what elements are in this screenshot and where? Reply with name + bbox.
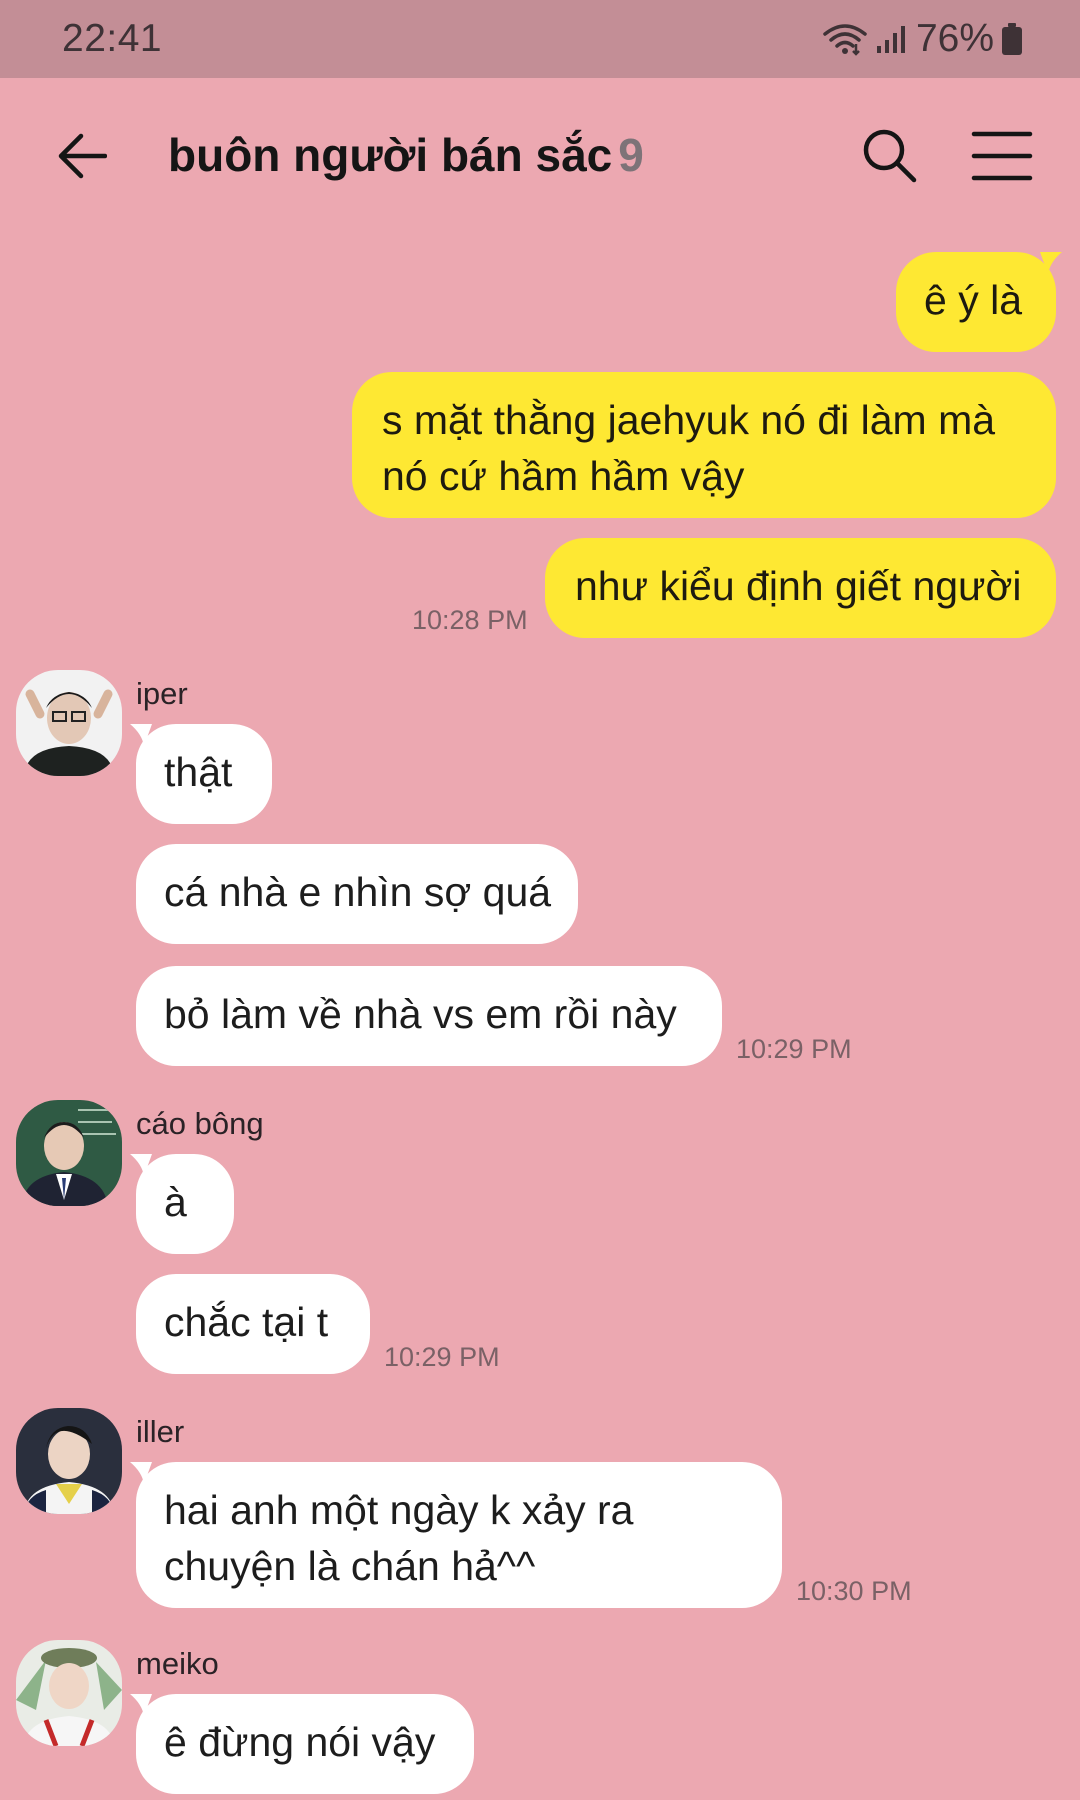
avatar-meiko[interactable] <box>16 1640 122 1746</box>
search-icon <box>863 129 917 183</box>
sender-name: meiko <box>136 1646 219 1681</box>
incoming-message[interactable]: thật <box>136 724 272 824</box>
message-text: ê đừng nói vậy <box>164 1719 436 1765</box>
message-text: như kiểu định giết người <box>575 563 1022 609</box>
message-text: ê ý là <box>924 277 1022 323</box>
sender-name: iller <box>136 1414 185 1449</box>
chat-header: buôn người bán sắc 9 <box>0 78 1080 236</box>
avatar-image <box>16 670 122 776</box>
message-text: cá nhà e nhìn sợ quá <box>164 869 552 915</box>
battery-percentage: 76% <box>915 17 994 60</box>
message-timestamp: 10:28 PM <box>412 605 528 635</box>
back-button[interactable] <box>52 126 112 186</box>
bubble-tail <box>1040 252 1062 274</box>
outgoing-message[interactable]: như kiểu định giết người <box>545 538 1056 638</box>
incoming-message[interactable]: bỏ làm về nhà vs em rồi này <box>136 966 722 1066</box>
battery-icon <box>1002 23 1022 55</box>
chat-title: buôn người bán sắc 9 <box>168 128 644 182</box>
status-time: 22:41 <box>62 17 163 60</box>
message-line: nó cứ hầm hầm vậy <box>382 453 745 499</box>
message-timestamp: 10:30 PM <box>796 1576 912 1606</box>
incoming-message[interactable]: cá nhà e nhìn sợ quá <box>136 844 578 944</box>
message-line: hai anh một ngày k xảy ra <box>164 1487 634 1533</box>
avatar-cao-bong[interactable] <box>16 1100 122 1206</box>
member-count: 9 <box>618 129 644 181</box>
incoming-message[interactable]: à <box>136 1154 234 1254</box>
message-timestamp: 10:29 PM <box>384 1342 500 1372</box>
avatar-iller[interactable] <box>16 1408 122 1514</box>
outgoing-message[interactable]: s mặt thằng jaehyuk nó đi làm mà nó cứ h… <box>352 372 1056 518</box>
outgoing-message[interactable]: ê ý là <box>896 252 1056 352</box>
arrow-left-icon <box>58 133 107 179</box>
message-text: bỏ làm về nhà vs em rồi này <box>164 991 677 1037</box>
message-line: chuyện là chán hả^^ <box>164 1543 536 1589</box>
message-timestamp: 10:29 PM <box>736 1034 852 1064</box>
chat-title-text: buôn người bán sắc <box>168 129 613 181</box>
avatar-iper[interactable] <box>16 670 122 776</box>
incoming-message[interactable]: chắc tại t <box>136 1274 370 1374</box>
incoming-message[interactable]: hai anh một ngày k xảy ra chuyện là chán… <box>136 1462 782 1608</box>
signal-icon <box>876 26 905 53</box>
avatar-image <box>16 1640 122 1746</box>
wifi-icon <box>823 24 867 56</box>
sender-name: cáo bông <box>136 1106 264 1141</box>
avatar-image <box>16 1100 122 1206</box>
sender-name: iper <box>136 676 188 711</box>
status-bar: 22:41 76% <box>0 0 1080 78</box>
message-text: à <box>164 1179 187 1225</box>
search-button[interactable] <box>860 126 920 186</box>
message-line: s mặt thằng jaehyuk nó đi làm mà <box>382 397 996 443</box>
menu-button[interactable] <box>970 126 1034 186</box>
incoming-message[interactable]: ê đừng nói vậy <box>136 1694 474 1794</box>
message-text: thật <box>164 749 233 795</box>
avatar-image <box>16 1408 122 1514</box>
hamburger-menu-icon <box>971 131 1033 181</box>
status-icons: 76% <box>822 17 1022 61</box>
message-text: chắc tại t <box>164 1299 329 1345</box>
